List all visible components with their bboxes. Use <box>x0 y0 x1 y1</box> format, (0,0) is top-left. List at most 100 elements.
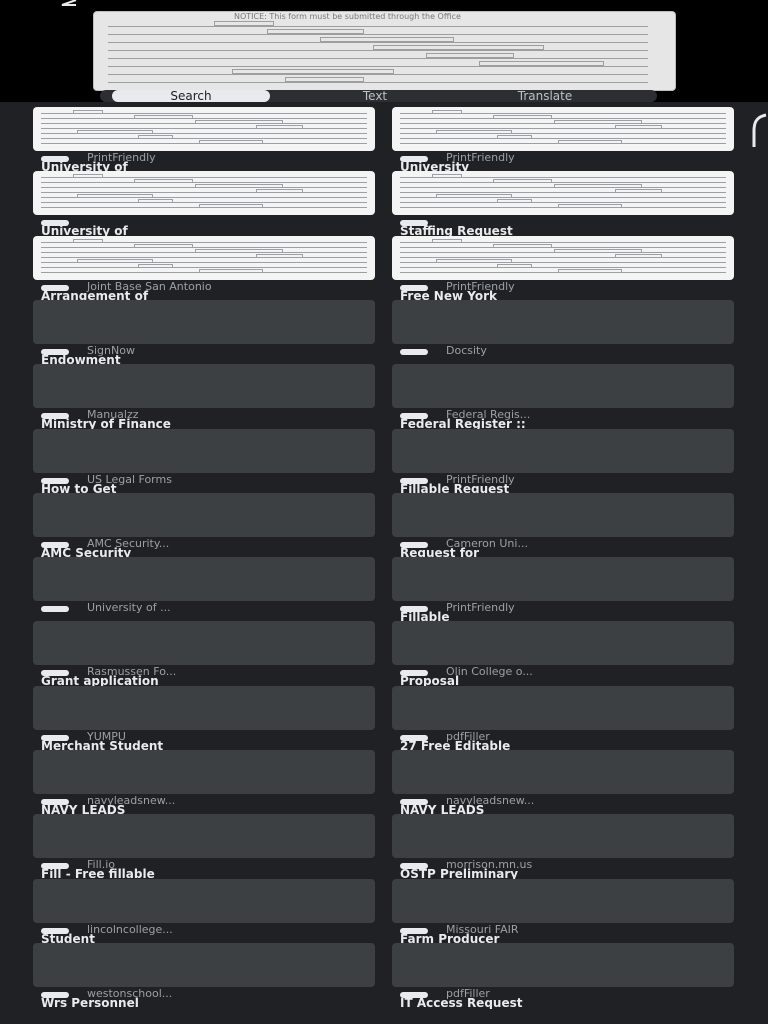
result-thumbnail[interactable] <box>392 364 734 408</box>
result-card[interactable]: SignNow Endowment <box>33 300 375 366</box>
thumb-box <box>256 125 303 129</box>
query-image-preview[interactable]: NOTICE: This form must be submitted thro… <box>93 11 676 91</box>
result-thumbnail[interactable] <box>33 686 375 730</box>
result-thumbnail[interactable] <box>33 750 375 794</box>
result-thumbnail[interactable] <box>392 814 734 858</box>
result-card[interactable]: Olin College o... Proposal <box>392 621 734 687</box>
result-card[interactable]: Missouri FAIR Farm Producer <box>392 879 734 945</box>
preview-header-text: NOTICE: This form must be submitted thro… <box>234 12 461 21</box>
result-thumbnail[interactable] <box>33 879 375 923</box>
thumb-box <box>493 179 552 183</box>
result-card[interactable]: University of ... <box>33 557 375 621</box>
form-line <box>108 34 648 35</box>
result-card[interactable]: Federal Regis... Federal Register :: <box>392 364 734 430</box>
result-card[interactable]: PrintFriendly Free New York <box>392 236 734 302</box>
result-thumbnail[interactable] <box>392 107 734 151</box>
thumb-box <box>493 244 552 248</box>
result-thumbnail[interactable] <box>33 364 375 408</box>
result-card[interactable]: YUMPU Merchant Student <box>33 686 375 752</box>
thumb-box <box>554 184 642 188</box>
thumb-box <box>432 239 462 243</box>
result-card[interactable]: Fill.io Fill - Free fillable <box>33 814 375 880</box>
thumb-line <box>41 192 367 193</box>
result-thumbnail[interactable] <box>33 814 375 858</box>
result-thumbnail[interactable] <box>392 171 734 215</box>
thumb-box <box>73 174 103 178</box>
tab-translate[interactable]: Translate <box>460 90 630 102</box>
back-arrow-icon[interactable] <box>56 0 82 14</box>
result-thumbnail[interactable] <box>392 686 734 730</box>
result-thumbnail[interactable] <box>392 300 734 344</box>
form-line <box>108 66 648 67</box>
thumb-box <box>554 249 642 253</box>
result-thumbnail[interactable] <box>392 236 734 280</box>
source-name: Docsity <box>446 344 487 357</box>
result-title[interactable]: IT Access Request <box>400 997 730 1009</box>
result-thumbnail[interactable] <box>33 943 375 987</box>
thumb-box <box>436 259 512 263</box>
thumb-box <box>73 110 103 114</box>
thumb-box <box>195 120 283 124</box>
form-field <box>214 21 274 26</box>
result-card[interactable]: pdfFiller 27 Free Editable <box>392 686 734 752</box>
thumb-box <box>138 199 173 203</box>
thumb-box <box>497 264 532 268</box>
result-title[interactable]: Wrs Personnel <box>41 997 371 1009</box>
result-card[interactable]: PrintFriendly University of <box>33 107 375 173</box>
result-thumbnail[interactable] <box>33 107 375 151</box>
result-thumbnail[interactable] <box>392 621 734 665</box>
thumb-line <box>400 128 726 129</box>
result-thumbnail[interactable] <box>392 750 734 794</box>
form-line <box>108 58 648 59</box>
result-card[interactable]: AMC Security... AMC Security <box>33 493 375 559</box>
result-card[interactable]: navyleadsnew... NAVY LEADS <box>392 750 734 816</box>
tab-text[interactable]: Text <box>315 90 435 102</box>
result-card[interactable]: Cameron Uni... Request for <box>392 493 734 559</box>
thumb-box <box>138 135 173 139</box>
result-thumbnail[interactable] <box>33 621 375 665</box>
thumb-line <box>400 192 726 193</box>
result-card[interactable]: PrintFriendly Fillable <box>392 557 734 623</box>
form-field <box>285 77 364 82</box>
form-line <box>108 26 648 27</box>
result-card[interactable]: Joint Base San Antonio Arrangement of <box>33 236 375 302</box>
form-field <box>267 29 364 34</box>
thumb-box <box>558 269 622 273</box>
result-thumbnail[interactable] <box>392 943 734 987</box>
result-card[interactable]: navyleadsnew... NAVY LEADS <box>33 750 375 816</box>
result-card[interactable]: PrintFriendly University <box>392 107 734 173</box>
result-thumbnail[interactable] <box>33 493 375 537</box>
thumb-line <box>41 118 367 119</box>
thumb-box <box>432 110 462 114</box>
result-thumbnail[interactable] <box>392 557 734 601</box>
form-line <box>108 42 648 43</box>
thumb-line <box>400 247 726 248</box>
result-thumbnail[interactable] <box>33 557 375 601</box>
thumb-box <box>493 115 552 119</box>
result-thumbnail[interactable] <box>392 429 734 473</box>
tab-search[interactable]: Search <box>112 90 270 102</box>
result-card[interactable]: US Legal Forms How to Get <box>33 429 375 495</box>
result-thumbnail[interactable] <box>33 171 375 215</box>
result-card[interactable]: Staffing Request <box>392 171 734 237</box>
result-thumbnail[interactable] <box>33 236 375 280</box>
result-card[interactable]: westonschool... Wrs Personnel <box>33 943 375 1009</box>
thumb-line <box>400 138 726 139</box>
result-thumbnail[interactable] <box>33 300 375 344</box>
result-card[interactable]: Docsity <box>392 300 734 364</box>
result-card[interactable]: lincolncollege... Student <box>33 879 375 945</box>
result-card[interactable]: Rasmussen Fo... Grant application <box>33 621 375 687</box>
result-thumbnail[interactable] <box>392 493 734 537</box>
result-thumbnail[interactable] <box>33 429 375 473</box>
thumb-box <box>77 194 153 198</box>
result-card[interactable]: Manualzz Ministry of Finance <box>33 364 375 430</box>
result-card[interactable]: University of <box>33 171 375 237</box>
thumb-box <box>199 140 263 144</box>
thumb-box <box>497 135 532 139</box>
result-card[interactable]: morrison.mn.us OSTP Preliminary <box>392 814 734 880</box>
thumb-box <box>432 174 462 178</box>
result-card[interactable]: PrintFriendly Fillable Request <box>392 429 734 495</box>
result-thumbnail[interactable] <box>392 879 734 923</box>
result-card[interactable]: pdfFiller IT Access Request <box>392 943 734 1009</box>
thumb-line <box>41 138 367 139</box>
